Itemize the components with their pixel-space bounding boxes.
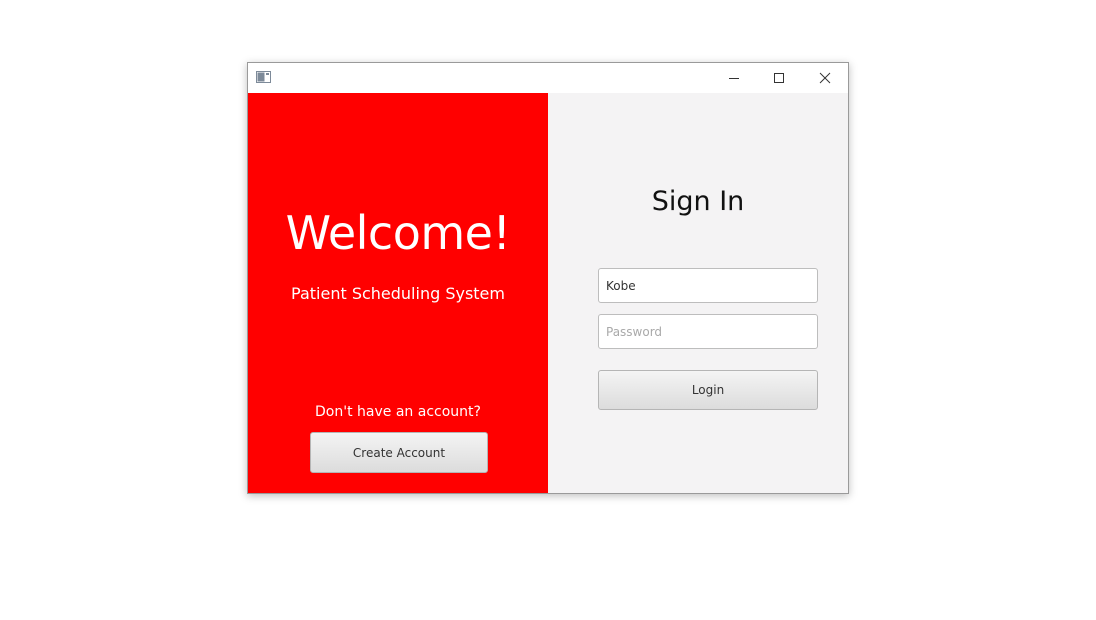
sign-in-title: Sign In [651,186,745,217]
maximize-button[interactable] [756,63,802,93]
minimize-icon [729,78,739,79]
welcome-panel: Welcome! Patient Scheduling System Don't… [248,93,548,493]
login-button[interactable]: Login [598,370,818,410]
close-icon [819,72,831,84]
window-content: Welcome! Patient Scheduling System Don't… [248,93,848,493]
sign-in-panel: Sign In Login [548,93,848,493]
maximize-icon [774,73,784,83]
app-icon [256,71,271,83]
password-input[interactable] [598,314,818,349]
username-input[interactable] [598,268,818,303]
app-window: Welcome! Patient Scheduling System Don't… [247,62,849,494]
welcome-heading: Welcome! [285,206,511,260]
system-subtitle: Patient Scheduling System [291,284,505,303]
close-button[interactable] [802,63,848,93]
minimize-button[interactable] [711,63,757,93]
title-bar[interactable] [248,63,848,93]
no-account-label: Don't have an account? [315,404,481,420]
create-account-button[interactable]: Create Account [310,432,488,473]
